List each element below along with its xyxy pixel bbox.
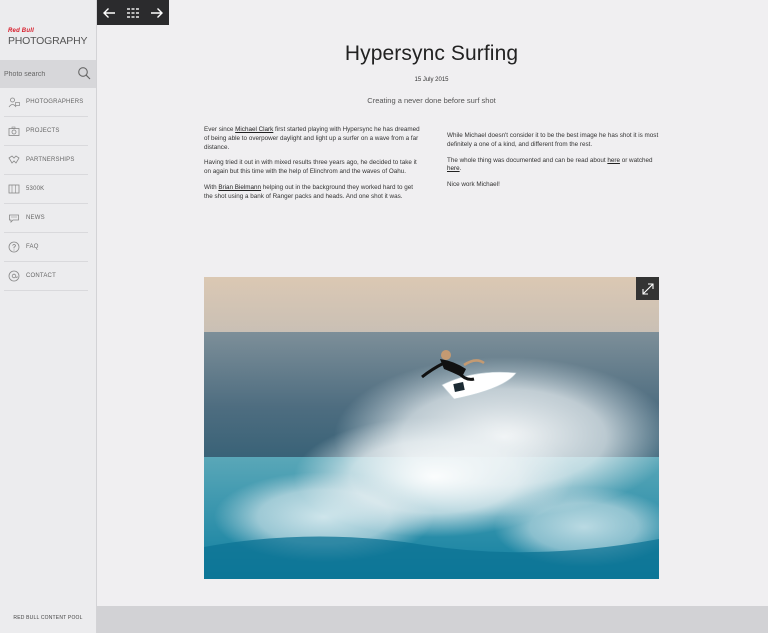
expand-icon	[641, 282, 654, 295]
article-subtitle: Creating a never done before surf shot	[367, 96, 496, 105]
5300k-icon	[8, 184, 20, 194]
camera-icon	[8, 126, 20, 136]
sidebar-item-photographers[interactable]: PHOTOGRAPHERS	[4, 88, 88, 117]
sidebar-item-contact[interactable]: CONTACT	[4, 262, 88, 291]
paragraph: Ever since Michael Clark first started p…	[204, 126, 422, 152]
sidebar-nav: PHOTOGRAPHERS PROJECTS PARTNERSHIPS 5300…	[4, 88, 88, 291]
read-link[interactable]: here	[607, 157, 620, 164]
expand-button[interactable]	[636, 277, 659, 300]
search-input[interactable]	[4, 67, 72, 81]
logo-wordmark: PHOTOGRAPHY	[8, 35, 88, 47]
page: Red Bull PHOTOGRAPHY PHOTOGRAPHERS PROJE…	[0, 0, 768, 633]
article-column-left: Ever since Michael Clark first started p…	[204, 126, 422, 209]
logo[interactable]: Red Bull PHOTOGRAPHY	[8, 28, 92, 50]
bottom-bar	[97, 606, 768, 633]
grid-icon	[127, 7, 139, 18]
sidebar-item-label: CONTACT	[26, 273, 56, 279]
text: The whole thing was documented and can b…	[447, 156, 608, 164]
sidebar: Red Bull PHOTOGRAPHY PHOTOGRAPHERS PROJE…	[0, 0, 97, 633]
watch-link[interactable]: here	[447, 165, 460, 172]
sidebar-item-5300k[interactable]: 5300K	[4, 175, 88, 204]
sidebar-item-news[interactable]: NEWS	[4, 204, 88, 233]
sidebar-item-label: 5300K	[26, 186, 45, 192]
page-title: Hypersync Surfing	[344, 42, 519, 65]
partnerships-icon	[8, 155, 20, 164]
text: With	[204, 183, 219, 191]
logo-brand: Red Bull	[8, 28, 34, 34]
surf-photo[interactable]	[204, 277, 659, 579]
question-icon	[8, 241, 20, 253]
paragraph: Having tried it out in with mixed result…	[204, 159, 417, 176]
next-button[interactable]	[147, 3, 167, 23]
sidebar-item-label: PARTNERSHIPS	[26, 157, 75, 163]
at-icon	[8, 270, 20, 282]
content-pool-link[interactable]: RED BULL CONTENT POOL	[0, 615, 96, 621]
search-icon[interactable]	[77, 66, 91, 80]
arrow-right-icon	[151, 7, 163, 18]
article-column-right: While Michael doesn't consider it to be …	[447, 132, 659, 197]
sidebar-item-label: PROJECTS	[26, 128, 60, 134]
article-date: 15 July 2015	[414, 77, 449, 83]
sidebar-item-projects[interactable]: PROJECTS	[4, 117, 88, 146]
sidebar-item-faq[interactable]: FAQ	[4, 233, 88, 262]
surf-photo-image	[204, 277, 659, 579]
sidebar-item-label: PHOTOGRAPHERS	[26, 99, 84, 105]
sidebar-item-label: FAQ	[26, 244, 39, 250]
text: Ever since	[204, 126, 236, 133]
grid-view-button[interactable]	[123, 3, 143, 23]
news-icon	[9, 214, 19, 223]
search-box	[0, 60, 96, 88]
gallery-toolbar	[97, 0, 169, 25]
sidebar-item-partnerships[interactable]: PARTNERSHIPS	[4, 146, 88, 175]
paragraph: While Michael doesn't consider it to be …	[447, 132, 659, 148]
previous-button[interactable]	[99, 3, 119, 23]
paragraph: Nice work Michael!	[447, 181, 500, 189]
sidebar-item-label: NEWS	[26, 215, 45, 221]
text: or watched	[619, 156, 653, 164]
photographer-link-brian-bielmann[interactable]: Brian Bielmann	[218, 184, 261, 191]
paragraph: The whole thing was documented and can b…	[447, 157, 659, 175]
text: .	[459, 165, 462, 173]
photographers-icon	[8, 97, 20, 108]
arrow-left-icon	[103, 7, 115, 18]
paragraph: With Brian Bielmann helping out in the b…	[204, 184, 422, 202]
photographer-link-michael-clark[interactable]: Michael Clark	[235, 126, 273, 133]
